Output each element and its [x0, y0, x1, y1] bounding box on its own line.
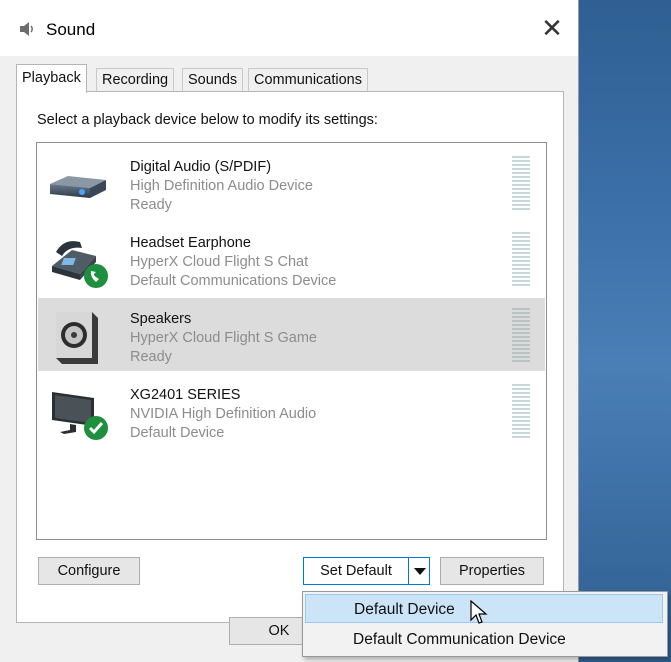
device-status: Default Device — [130, 425, 225, 441]
device-status: Default Communications Device — [130, 273, 337, 289]
device-name: Headset Earphone — [130, 235, 251, 251]
device-item-xg2401[interactable]: XG2401 SERIES NVIDIA High Definition Aud… — [38, 374, 545, 447]
window-title: Sound — [46, 20, 96, 39]
volume-level-meter — [512, 384, 530, 440]
speaker-icon — [56, 312, 98, 364]
device-status: Ready — [130, 197, 172, 213]
device-item-digital-audio[interactable]: Digital Audio (S/PDIF) High Definition A… — [38, 146, 545, 219]
device-item-headset-earphone[interactable]: Headset Earphone HyperX Cloud Flight S C… — [38, 222, 545, 295]
tab-communications[interactable]: Communications — [248, 68, 368, 91]
close-button[interactable]: ✕ — [526, 6, 578, 50]
mouse-pointer-icon — [470, 600, 488, 624]
desktop-background — [578, 0, 671, 662]
device-name: Digital Audio (S/PDIF) — [130, 159, 272, 175]
tab-playback[interactable]: Playback — [16, 64, 87, 93]
monitor-icon — [52, 392, 108, 440]
device-driver: HyperX Cloud Flight S Chat — [130, 254, 309, 270]
set-default-button[interactable]: Set Default — [303, 557, 409, 585]
menu-item-default-communication-device[interactable]: Default Communication Device — [305, 625, 663, 654]
device-driver: HyperX Cloud Flight S Game — [130, 330, 317, 346]
sound-dialog: Sound ✕ Playback Recording Sounds Commun… — [0, 0, 579, 662]
device-item-speakers[interactable]: Speakers HyperX Cloud Flight S Game Read… — [38, 298, 545, 371]
device-list: Digital Audio (S/PDIF) High Definition A… — [36, 142, 547, 540]
device-name: Speakers — [130, 311, 192, 327]
tab-sounds[interactable]: Sounds — [182, 68, 244, 91]
volume-level-meter — [512, 156, 530, 212]
volume-level-meter — [512, 308, 530, 364]
speaker-title-icon — [20, 22, 33, 36]
playback-panel: Select a playback device below to modify… — [16, 91, 564, 623]
close-icon: ✕ — [541, 12, 563, 43]
configure-button[interactable]: Configure — [38, 557, 140, 585]
set-default-dropdown-arrow[interactable] — [408, 557, 430, 585]
digital-audio-icon — [50, 176, 106, 198]
device-name: XG2401 SERIES — [130, 387, 241, 403]
headset-phone-icon — [52, 241, 108, 288]
device-status: Ready — [130, 349, 172, 365]
volume-level-meter — [512, 232, 530, 288]
properties-button[interactable]: Properties — [440, 557, 544, 585]
instruction-text: Select a playback device below to modify… — [37, 112, 378, 128]
tab-recording[interactable]: Recording — [96, 68, 175, 91]
device-driver: NVIDIA High Definition Audio — [130, 406, 317, 422]
title-bar: Sound ✕ — [0, 0, 578, 56]
chevron-down-icon — [414, 568, 426, 575]
device-driver: High Definition Audio Device — [130, 178, 313, 194]
